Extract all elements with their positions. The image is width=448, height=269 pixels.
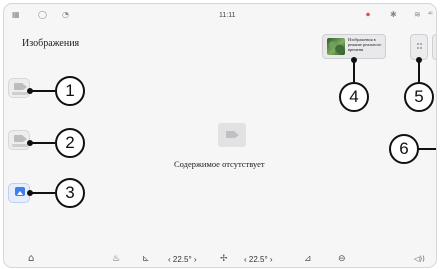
empty-video-icon [218, 123, 246, 147]
status-bar: ▦ ◯ ◔ 11:11 ⏺ ✱ ≋ ⁴ˡ [4, 4, 436, 26]
callout-line [30, 142, 55, 144]
temperature-right[interactable]: ‹ 22.5° › [244, 255, 273, 264]
rear-camera-button[interactable] [8, 130, 30, 150]
live-images-label: Изображения в режиме реального времени [348, 37, 382, 52]
callout-1: 1 [55, 76, 85, 106]
screen: ▦ ◯ ◔ 11:11 ⏺ ✱ ≋ ⁴ˡ Изображения 1 2 3 С… [3, 3, 437, 268]
fan-icon[interactable]: ✢ [220, 254, 228, 264]
callout-pointer-dot [436, 57, 437, 63]
button-label-bar [12, 92, 28, 95]
phone-icon[interactable]: ◯ [38, 11, 47, 19]
climate-bar: ⌂ ♨ ⊾ ‹ 22.5° › ✢ ‹ 22.5° › ⊿ ⊖ ◁)) [4, 250, 436, 267]
wifi-icon: ≋ [414, 10, 421, 19]
front-defrost-icon[interactable]: ♨ [112, 254, 120, 264]
callout-4: 4 [339, 82, 369, 112]
callout-3: 3 [55, 178, 85, 208]
temperature-left[interactable]: ‹ 22.5° › [168, 255, 197, 264]
timer-icon[interactable]: ◔ [62, 11, 69, 19]
front-camera-button[interactable] [8, 78, 30, 98]
callout-5: 5 [404, 82, 434, 112]
seat-heat-right-icon[interactable]: ⊿ [304, 254, 312, 264]
gear-icon: ⚙ [436, 43, 437, 53]
apps-grid-icon[interactable]: ▦ [12, 11, 20, 19]
live-images-card[interactable]: Изображения в режиме реального времени [322, 34, 386, 59]
callout-line [353, 60, 355, 82]
callout-line [30, 90, 55, 92]
callout-line [418, 60, 420, 82]
callout-2: 2 [55, 128, 85, 158]
signal-icon: ⁴ˡ [428, 10, 433, 19]
page-title: Изображения [22, 38, 80, 49]
seat-heat-left-icon[interactable]: ⊾ [142, 254, 150, 264]
record-icon: ⏺ [366, 10, 370, 19]
camera-icon [14, 83, 27, 90]
home-icon[interactable]: ⌂ [28, 254, 34, 264]
live-image-thumbnail [327, 38, 345, 55]
gallery-icon [15, 187, 25, 196]
volume-icon[interactable]: ◁)) [414, 254, 425, 264]
callout-line [418, 148, 436, 150]
dots-icon [417, 43, 422, 51]
callout-6: 6 [389, 134, 419, 164]
car-icon[interactable]: ⊖ [338, 254, 346, 264]
callout-line [30, 192, 55, 194]
settings-button[interactable]: ⚙ [432, 34, 437, 60]
camera-icon [14, 135, 27, 142]
bluetooth-icon: ✱ [390, 10, 397, 19]
button-label-bar [12, 144, 28, 147]
empty-state-text: Содержимое отсутствует [174, 159, 265, 169]
status-time: 11:11 [219, 12, 236, 19]
